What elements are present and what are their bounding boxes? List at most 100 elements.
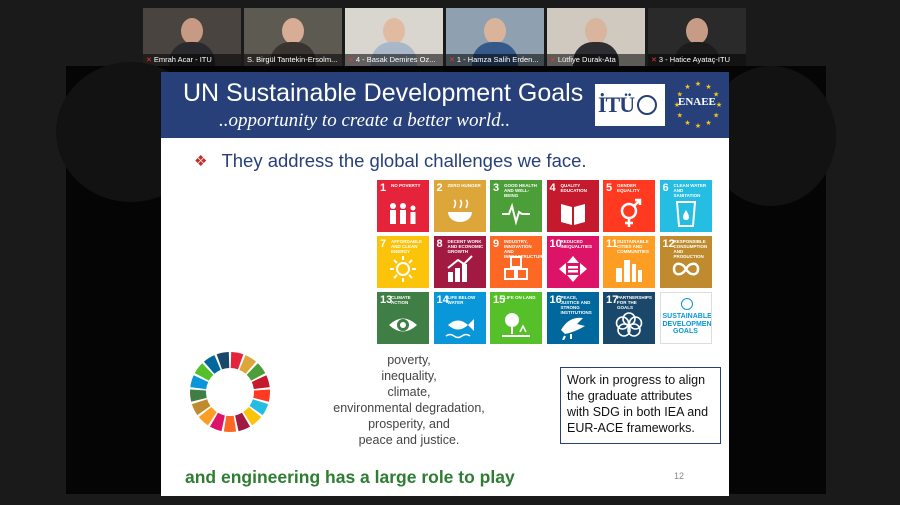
sdg-number: 8: [436, 238, 443, 250]
sdg-tile-9: 9 INDUSTRY, INNOVATION AND INFRASTRUCTURE: [490, 236, 542, 288]
svg-text:★: ★: [695, 80, 701, 88]
participant-tile[interactable]: ✕ 4 - Basak Demires Oz...: [345, 8, 443, 66]
eye-globe-icon: [389, 318, 417, 332]
svg-text:★: ★: [677, 112, 683, 120]
enaee-logo: ★ ★ ★ ★ ★ ★ ★ ★ ★ ★ ★ ★ ENAEE: [673, 78, 723, 132]
participant-name: S. Birgül Tantekin-Ersolm...: [247, 55, 338, 64]
sdg-tile-16: 16 PEACE, JUSTICE AND STRONG INSTITUTIONS: [546, 292, 599, 344]
challenge-item: inequality,: [381, 369, 437, 383]
participant-tile[interactable]: ✕ Lütfiye Durak-Ata: [547, 8, 645, 66]
challenge-item: peace and justice.: [358, 433, 460, 447]
cubes-icon: [504, 256, 528, 280]
sdg-label: PARTNERSHIPS FOR THE GOALS: [617, 295, 652, 310]
sdg-tile-15: 15 LIFE ON LAND: [490, 292, 542, 344]
participant-tile[interactable]: ✕ 1 - Hamza Salih Erden...: [446, 8, 544, 66]
slide-subtitle: ..opportunity to create a better world..: [219, 110, 511, 131]
participant-name: 4 - Basak Demires Oz...: [355, 55, 436, 64]
svg-text:★: ★: [684, 83, 690, 91]
fish-icon: [445, 319, 474, 339]
sdg-tile-17: 17 PARTNERSHIPS FOR THE GOALS: [603, 292, 655, 344]
sdg-label: LIFE ON LAND: [504, 295, 536, 300]
mic-muted-icon: ✕: [550, 57, 556, 64]
gender-icon: [620, 198, 642, 227]
itu-logo-text: İTÜ: [598, 92, 635, 117]
challenge-item: climate,: [387, 385, 431, 399]
sdg-label: DECENT WORK AND ECONOMIC GROWTH: [447, 239, 484, 254]
mic-muted-icon: ✕: [449, 57, 455, 64]
sdg-label: LIFE BELOW WATER: [447, 295, 476, 305]
challenge-item: environmental degradation,: [333, 401, 485, 415]
sdg-tile-12: 12 RESPONSIBLE CONSUMPTION AND PRODUCTION: [659, 236, 712, 288]
participant-strip: ✕ Emrah Acar - ITU S. Birgül Tantekin-Ers…: [143, 8, 746, 66]
mic-muted-icon: ✕: [651, 57, 657, 64]
sdg-label: REDUCED INEQUALITIES: [560, 239, 593, 249]
sdg-number: 2: [436, 182, 443, 194]
svg-text:★: ★: [705, 83, 711, 91]
sdg-number: 3: [493, 182, 500, 194]
svg-text:★: ★: [713, 112, 719, 120]
sdg-grid: 1 NO POVERTY 2 ZERO HUNGER 3 GOOD HEALTH AND …: [377, 180, 717, 344]
sdg-tile-8: 8 DECENT WORK AND ECONOMIC GROWTH: [433, 236, 486, 288]
sdg-tile-1: 1 NO POVERTY: [377, 180, 429, 232]
sdg-label: GENDER EQUALITY: [617, 183, 640, 193]
infinity-icon: [672, 262, 699, 276]
sdg-number: 9: [493, 238, 500, 250]
dove-icon: [560, 317, 585, 340]
sdg-label: CLIMATE ACTION: [391, 295, 411, 305]
sun-icon: [390, 256, 416, 282]
un-globe-icon: [680, 298, 693, 310]
mic-muted-icon: ✕: [348, 57, 354, 64]
sdg-logo-tile: SUSTAINABLE DEVELOPMENT GOALS: [659, 292, 712, 344]
sdg-number: 6: [662, 182, 669, 194]
bullet-diamond-icon: ❖: [194, 153, 208, 170]
people-icon: [390, 203, 416, 224]
sdg-wheel-icon: [190, 352, 270, 432]
participant-name: Lütfiye Durak-Ata: [557, 55, 616, 64]
sdg-label: NO POVERTY: [391, 183, 421, 188]
page-number: 12: [674, 471, 685, 481]
sdg-tile-11: 11 SUSTAINABLE CITIES AND COMMUNITIES: [603, 236, 655, 288]
challenge-item: prosperity, and: [368, 417, 450, 431]
sdg-tile-2: 2 ZERO HUNGER: [433, 180, 486, 232]
bullet-point: ❖ They address the global challenges we …: [194, 150, 587, 172]
itu-seal-icon: [637, 95, 658, 115]
sdg-label: AFFORDABLE AND CLEAN ENERGY: [391, 239, 422, 254]
challenges-list: poverty, inequality, climate, environmental…: [329, 352, 489, 448]
challenge-item: poverty,: [387, 353, 431, 367]
svg-text:★: ★: [695, 122, 701, 130]
sdg-number: 7: [380, 238, 387, 250]
participant-name: 3 - Hatice Ayataç-ITU: [658, 55, 731, 64]
itu-logo: İTÜ: [595, 84, 665, 126]
sdg-number: 1: [380, 182, 387, 194]
participant-tile[interactable]: S. Birgül Tantekin-Ersolm...: [244, 8, 342, 66]
participant-tile[interactable]: ✕ Emrah Acar - ITU: [143, 8, 241, 66]
tree-icon: [502, 313, 530, 337]
participant-name: 1 - Hamza Salih Erden...: [456, 55, 539, 64]
info-box: Work in progress to align the graduate a…: [560, 367, 721, 444]
enaee-logo-text: ENAEE: [678, 96, 716, 108]
sdg-tile-13: 13 CLIMATE ACTION: [377, 292, 429, 344]
sdg-number: 5: [606, 182, 613, 194]
sdg-logo-text: SUSTAINABLE DEVELOPMENT GOALS: [662, 313, 712, 335]
water-drop-icon: [675, 201, 696, 227]
flower-icon: [615, 312, 643, 337]
sdg-label: ZERO HUNGER: [447, 183, 481, 188]
sdg-number: 4: [549, 182, 556, 194]
participant-name: Emrah Acar - ITU: [153, 55, 212, 64]
svg-text:★: ★: [716, 101, 722, 109]
book-icon: [560, 204, 585, 225]
slide-header: UN Sustainable Development Goals ..oppor…: [161, 72, 729, 138]
growth-chart-icon: [446, 255, 473, 282]
svg-text:★: ★: [684, 119, 690, 127]
participant-tile[interactable]: ✕ 3 - Hatice Ayataç-ITU: [648, 8, 746, 66]
bowl-icon: [447, 199, 472, 222]
slide-footer: and engineering has a large role to play: [185, 467, 515, 487]
sdg-label: SUSTAINABLE CITIES AND COMMUNITIES: [617, 239, 649, 254]
sdg-tile-10: 10 REDUCED INEQUALITIES: [546, 236, 599, 288]
sdg-tile-3: 3 GOOD HEALTH AND WELL-BEING: [490, 180, 542, 232]
svg-text:★: ★: [705, 119, 711, 127]
presentation-slide: UN Sustainable Development Goals ..oppor…: [161, 72, 729, 496]
sdg-label: GOOD HEALTH AND WELL-BEING: [504, 183, 537, 198]
city-icon: [616, 260, 642, 282]
sdg-label: CLEAN WATER AND SANITATION: [673, 183, 707, 198]
